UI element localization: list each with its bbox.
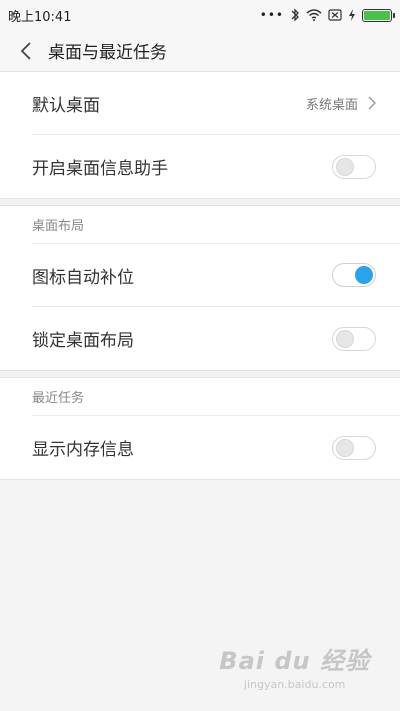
auto-fill-label: 图标自动补位 <box>32 267 134 288</box>
toggle-knob <box>336 329 354 348</box>
memory-info-toggle[interactable] <box>332 435 376 460</box>
default-desktop-label: 默认桌面 <box>32 95 100 116</box>
toggle-knob <box>336 438 354 457</box>
page-title: 桌面与最近任务 <box>48 43 167 63</box>
layout-section-header: 桌面布局 <box>32 206 400 244</box>
lock-layout-toggle[interactable] <box>332 326 376 351</box>
recent-tasks-section: 最近任务 显示内存信息 <box>0 378 400 479</box>
layout-section: 桌面布局 图标自动补位 锁定桌面布局 <box>0 206 400 370</box>
default-desktop-row[interactable]: 默认桌面 系统桌面 <box>32 72 400 135</box>
auto-fill-row: 图标自动补位 <box>32 244 400 307</box>
bluetooth-icon <box>290 8 300 22</box>
main-settings-section: 默认桌面 系统桌面 开启桌面信息助手 <box>0 72 400 198</box>
recent-section-header: 最近任务 <box>32 378 400 416</box>
status-bar: 晚上10:41 ••• <box>0 0 400 30</box>
chevron-left-icon <box>20 41 31 60</box>
section-divider <box>0 198 400 206</box>
title-bar: 桌面与最近任务 <box>0 30 400 72</box>
lock-layout-label: 锁定桌面布局 <box>32 331 134 351</box>
battery-icon <box>362 8 395 22</box>
assistant-label: 开启桌面信息助手 <box>32 159 168 179</box>
back-button[interactable] <box>12 37 40 65</box>
watermark-url: jingyan.baidu.com <box>243 678 346 691</box>
watermark-logo: Bai du 经验 <box>219 647 370 675</box>
status-time: 晚上10:41 <box>8 9 72 25</box>
status-icons: ••• <box>259 8 395 22</box>
section-divider <box>0 370 400 378</box>
signal-dots: ••• <box>259 8 284 22</box>
lock-layout-row: 锁定桌面布局 <box>32 307 400 370</box>
battery-fill <box>364 10 390 20</box>
default-desktop-value: 系统桌面 <box>305 97 358 113</box>
assistant-row: 开启桌面信息助手 <box>32 135 400 198</box>
charging-icon <box>348 9 356 21</box>
memory-info-label: 显示内存信息 <box>32 440 134 460</box>
auto-fill-toggle[interactable] <box>332 263 376 287</box>
toggle-knob <box>355 266 373 284</box>
list-bottom-border <box>0 479 400 480</box>
no-sim-icon <box>328 9 342 21</box>
chevron-right-icon <box>368 96 376 110</box>
baidu-watermark: Bai du 经验 jingyan.baidu.com <box>219 641 370 691</box>
wifi-icon <box>306 9 322 21</box>
toggle-knob <box>336 157 354 176</box>
memory-info-row: 显示内存信息 <box>32 416 400 479</box>
assistant-toggle[interactable] <box>332 154 376 179</box>
